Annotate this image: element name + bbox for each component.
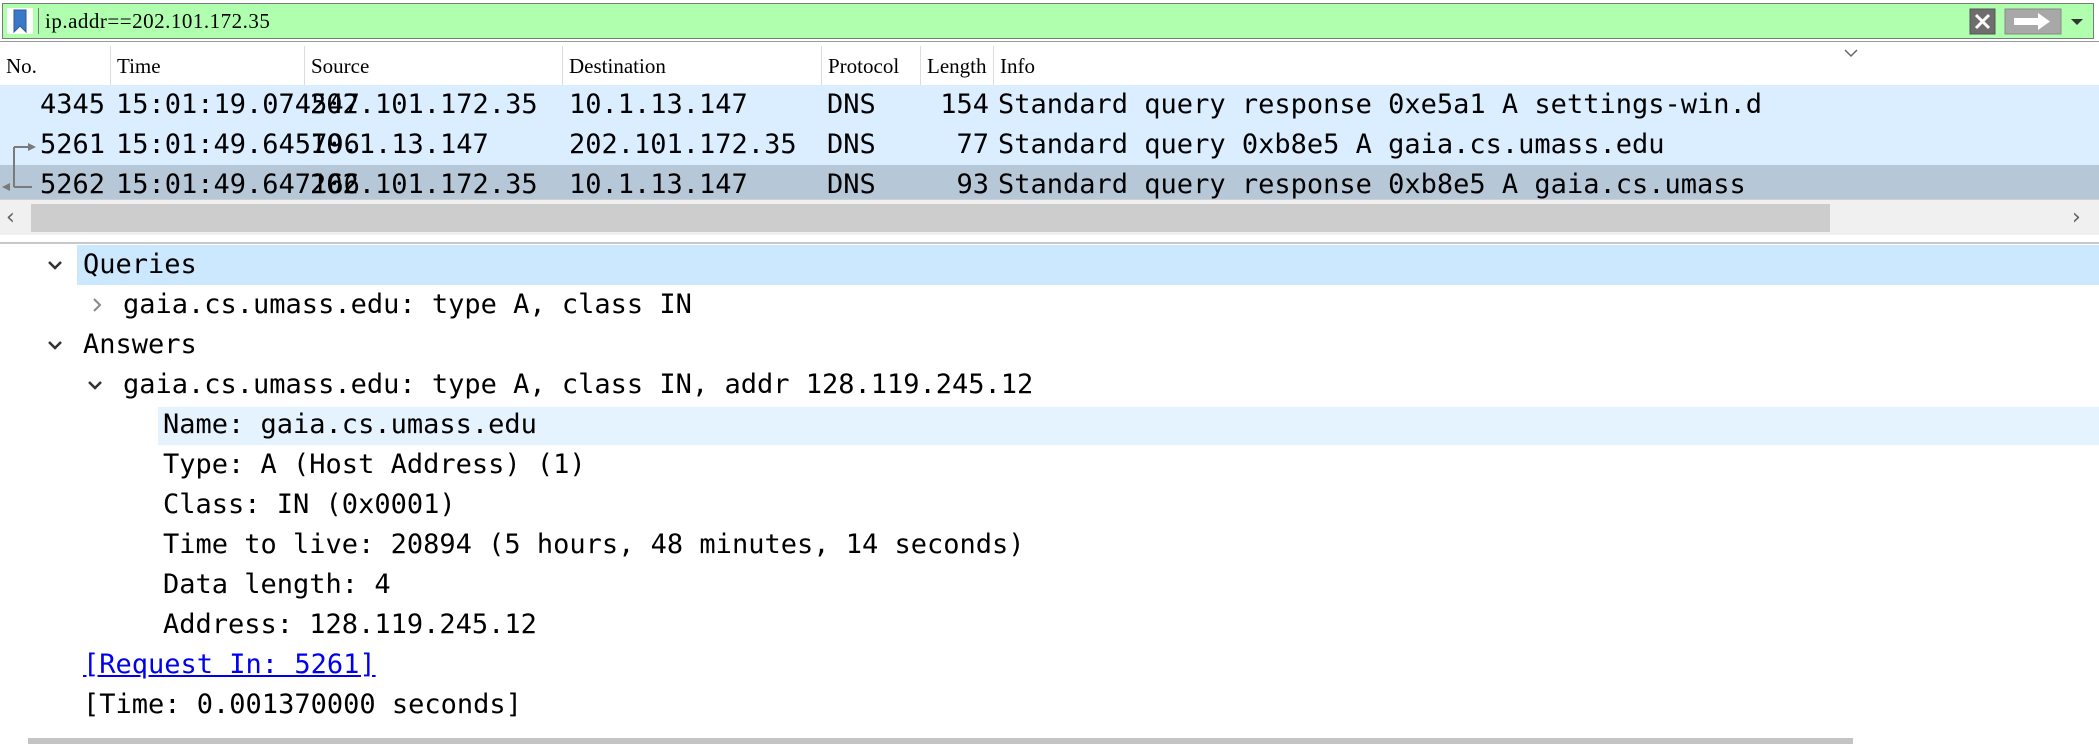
tree-selection-highlight — [77, 245, 2099, 285]
related-packet-icon — [2, 143, 36, 191]
chevron-down-icon[interactable] — [2065, 12, 2089, 32]
cell-source: 10.1.13.147 — [310, 129, 489, 160]
packet-row[interactable]: 5261 15:01:49.645796 10.1.13.147 202.101… — [0, 125, 2099, 165]
expanded-chevron-icon[interactable] — [46, 336, 64, 354]
cell-length: 154 — [940, 89, 989, 120]
cell-destination: 202.101.172.35 — [569, 129, 797, 160]
request-in-link[interactable]: [Request In: 5261] — [83, 645, 376, 685]
expanded-chevron-icon[interactable] — [86, 376, 104, 394]
column-header-no[interactable]: No. — [0, 46, 111, 86]
cell-no: 5261 — [39, 129, 105, 160]
tree-field-name[interactable]: Name: gaia.cs.umass.edu — [163, 405, 537, 445]
cell-info: Standard query 0xb8e5 A gaia.cs.umass.ed… — [998, 129, 1665, 160]
column-header-destination[interactable]: Destination — [563, 46, 822, 86]
sort-indicator-icon — [1844, 49, 1858, 58]
tree-field-time[interactable]: [Time: 0.001370000 seconds] — [83, 685, 522, 725]
tree-field-ttl[interactable]: Time to live: 20894 (5 hours, 48 minutes… — [163, 525, 1025, 565]
cell-length: 77 — [956, 129, 989, 160]
cell-source: 202.101.172.35 — [310, 89, 538, 120]
collapsed-chevron-icon[interactable] — [88, 296, 106, 314]
tree-item-queries[interactable]: Queries — [83, 245, 197, 285]
column-header-time[interactable]: Time — [111, 46, 305, 86]
cell-destination: 10.1.13.147 — [569, 89, 748, 120]
packet-list-hscrollbar[interactable]: ‹ › — [0, 199, 2099, 235]
scroll-thumb[interactable] — [31, 204, 1830, 232]
cell-info: Standard query response 0xe5a1 A setting… — [998, 89, 1763, 120]
tree-item-answers[interactable]: Answers — [83, 325, 197, 365]
arrow-right-icon[interactable] — [2004, 8, 2062, 35]
display-filter-toolbar: ip.addr==202.101.172.35 — [0, 0, 2099, 42]
clear-x-icon[interactable] — [1969, 8, 1996, 35]
packet-row[interactable]: 4345 15:01:19.074547 202.101.172.35 10.1… — [0, 85, 2099, 125]
cell-protocol: DNS — [827, 89, 876, 120]
scroll-right-icon[interactable]: › — [2072, 205, 2081, 230]
bookmark-icon[interactable] — [7, 8, 33, 34]
pane-splitter[interactable] — [0, 242, 2099, 244]
tree-item-query[interactable]: gaia.cs.umass.edu: type A, class IN — [123, 285, 692, 325]
tree-field-data-length[interactable]: Data length: 4 — [163, 565, 391, 605]
column-header-info[interactable]: Info — [994, 46, 2099, 86]
tree-field-type[interactable]: Type: A (Host Address) (1) — [163, 445, 586, 485]
tree-field-class[interactable]: Class: IN (0x0001) — [163, 485, 456, 525]
packet-list-header: No. Time Source Destination Protocol Len… — [0, 46, 2099, 86]
details-hscroll-thumb[interactable] — [28, 738, 1853, 744]
column-header-length[interactable]: Length — [921, 46, 994, 86]
expanded-chevron-icon[interactable] — [46, 256, 64, 274]
tree-field-address[interactable]: Address: 128.119.245.12 — [163, 605, 537, 645]
scroll-left-icon[interactable]: ‹ — [6, 205, 15, 230]
cell-no: 4345 — [39, 89, 105, 120]
filter-text: ip.addr==202.101.172.35 — [45, 9, 271, 33]
cell-protocol: DNS — [827, 129, 876, 160]
column-header-protocol[interactable]: Protocol — [822, 46, 921, 86]
display-filter-input[interactable]: ip.addr==202.101.172.35 — [2, 3, 2094, 39]
tree-item-answer[interactable]: gaia.cs.umass.edu: type A, class IN, add… — [123, 365, 1033, 405]
column-header-source[interactable]: Source — [305, 46, 563, 86]
